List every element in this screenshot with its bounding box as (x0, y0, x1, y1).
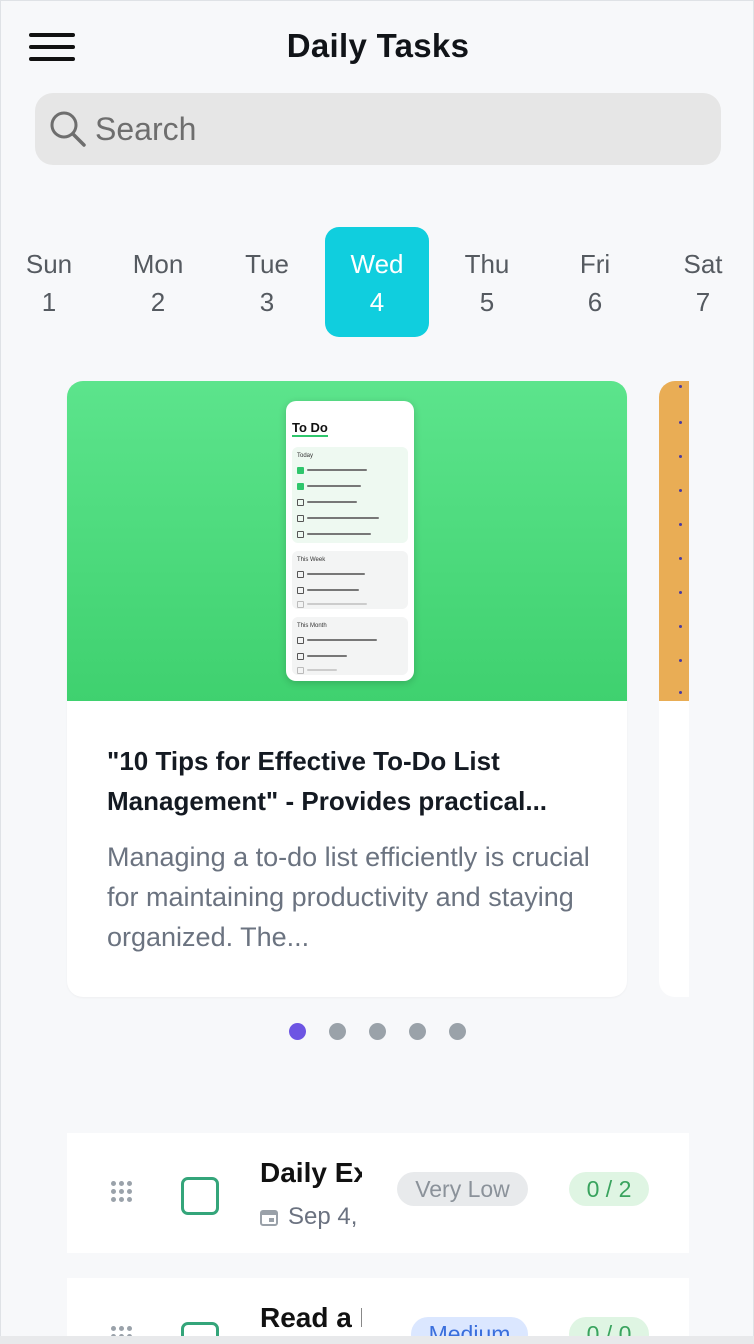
subtask-count-badge: 0 / 2 (569, 1172, 649, 1206)
day-tue[interactable]: Tue 3 (215, 227, 319, 337)
day-wed[interactable]: Wed 4 (325, 227, 429, 337)
page-dot[interactable] (289, 1023, 306, 1040)
next-article-banner (659, 381, 689, 701)
drag-handle-icon[interactable] (111, 1181, 137, 1207)
search-input[interactable] (95, 93, 695, 165)
page-dot[interactable] (409, 1023, 426, 1040)
app-frame: Daily Tasks Sun1 Mon2 Tue3 Wed4 Thu5 Fri… (0, 0, 754, 1337)
task-row[interactable]: Read a B Medium 0 / 0 (67, 1278, 689, 1337)
priority-badge[interactable]: Very Low (397, 1172, 528, 1206)
subtask-count-badge: 0 / 0 (569, 1317, 649, 1337)
task-row[interactable]: Daily Ex Sep 4, Very Low 0 / 2 (67, 1133, 689, 1253)
day-thu[interactable]: Thu 5 (435, 227, 539, 337)
task-checkbox[interactable] (181, 1177, 219, 1215)
page-dot[interactable] (449, 1023, 466, 1040)
mockup-section: Today (292, 447, 408, 543)
task-checkbox[interactable] (181, 1322, 219, 1337)
page-title: Daily Tasks (286, 27, 470, 64)
task-date: Sep 4, (260, 1203, 362, 1231)
page-dot[interactable] (329, 1023, 346, 1040)
next-article-card[interactable] (659, 381, 689, 997)
carousel-pagination (1, 1023, 753, 1041)
search-icon (50, 111, 86, 147)
todo-app-mockup: To Do Today This Week This Month (286, 401, 414, 681)
mockup-section: This Month (292, 617, 408, 675)
article-title: "10 Tips for Effective To-Do List Manage… (107, 746, 548, 816)
day-fri[interactable]: Fri 6 (543, 227, 647, 337)
search-bar[interactable] (35, 93, 721, 165)
day-mon[interactable]: Mon 2 (106, 227, 210, 337)
day-sat[interactable]: Sat 7 (651, 227, 753, 337)
article-banner-image: To Do Today This Week This Month (67, 381, 627, 701)
week-day-selector: Sun 1 Mon 2 Tue 3 Wed 4 Thu 5 Fri 6 Sat 7 (1, 227, 753, 337)
task-name: Read a B (260, 1302, 362, 1333)
calendar-icon (260, 1210, 278, 1226)
bottom-edge (0, 1336, 754, 1344)
day-sun[interactable]: Sun 1 (1, 227, 101, 337)
mockup-section: This Week (292, 551, 408, 609)
priority-badge[interactable]: Medium (411, 1317, 528, 1337)
page-dot[interactable] (369, 1023, 386, 1040)
article-description: Managing a to-do list efficiently is cru… (107, 842, 590, 952)
article-card[interactable]: To Do Today This Week This Month "10 Tip… (67, 381, 627, 997)
task-name: Daily Ex (260, 1157, 362, 1188)
mockup-app-title: To Do (292, 420, 328, 437)
